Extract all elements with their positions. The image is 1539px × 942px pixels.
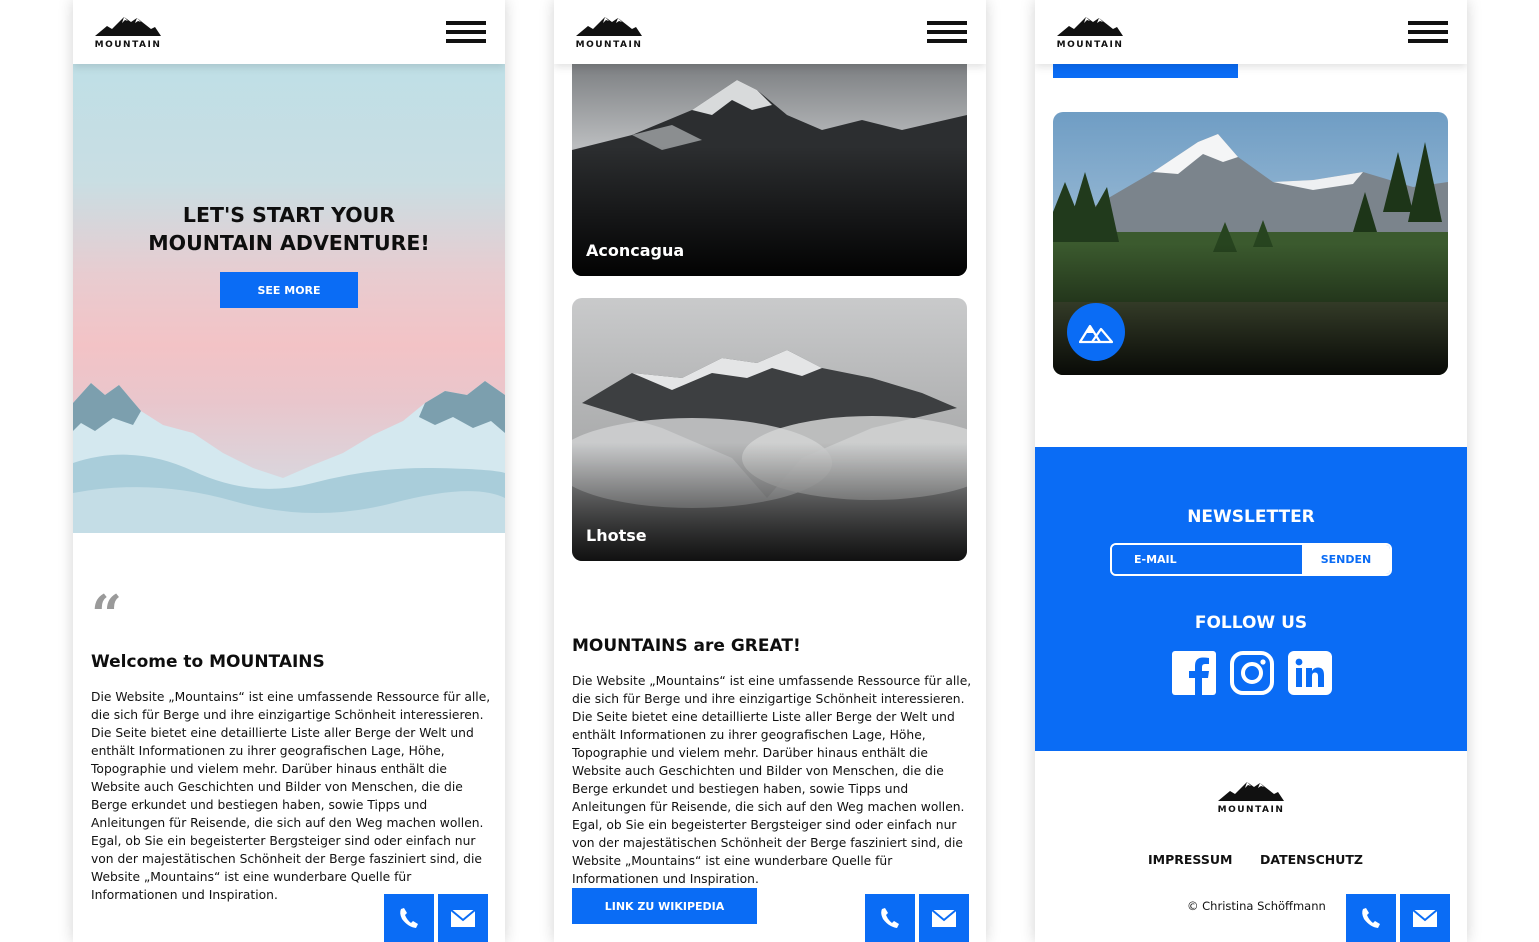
logo-text: MOUNTAIN [1217, 805, 1285, 815]
mail-button[interactable] [438, 894, 488, 942]
mail-icon [1413, 909, 1437, 927]
copyright-text: © Christina Schöffmann [1187, 899, 1326, 913]
hero-section: LET'S START YOUR MOUNTAIN ADVENTURE! SEE… [73, 64, 505, 533]
facebook-icon[interactable] [1172, 651, 1216, 695]
card-label: Lhotse [586, 526, 647, 545]
linkedin-icon[interactable] [1288, 651, 1332, 695]
mountain-logo[interactable]: MOUNTAIN [93, 14, 163, 54]
hero-title-line2: MOUNTAIN ADVENTURE! [148, 231, 430, 255]
site-header: MOUNTAIN [554, 0, 986, 64]
mobile-screen-mountains: MOUNTAIN Aconcagua Lhotse MOUNTAINS are … [554, 0, 986, 942]
section-title: MOUNTAINS are GREAT! [572, 636, 801, 656]
impressum-link[interactable]: IMPRESSUM [1148, 852, 1232, 867]
newsletter-title: NEWSLETTER [1187, 507, 1315, 527]
section-text: Die Website „Mountains“ ist eine umfasse… [91, 690, 491, 902]
instagram-icon[interactable] [1230, 651, 1274, 695]
send-button[interactable]: SENDEN [1302, 545, 1390, 574]
mountain-card-aconcagua[interactable]: Aconcagua [572, 40, 967, 276]
hamburger-menu-icon[interactable] [927, 21, 967, 44]
phone-icon [1362, 908, 1380, 928]
mobile-screen-home: MOUNTAIN LET'S START YOUR MOUNTAIN ADVEN… [73, 0, 505, 942]
mountain-logo-icon [576, 17, 642, 36]
snow-mountains-illustration [73, 381, 505, 533]
email-input[interactable] [1112, 545, 1302, 574]
mountain-badge-icon [1079, 324, 1113, 344]
social-links [1172, 651, 1332, 695]
mountain-badge[interactable] [1067, 303, 1125, 361]
site-header: MOUNTAIN [1035, 0, 1467, 64]
phone-button[interactable] [1346, 894, 1396, 942]
mountain-logo-icon [1057, 17, 1123, 36]
wikipedia-link-button[interactable]: LINK ZU WIKIPEDIA [572, 888, 757, 924]
card-label: Aconcagua [586, 241, 685, 260]
newsletter-section: NEWSLETTER SENDEN FOLLOW US [1035, 447, 1467, 751]
mail-icon [932, 909, 956, 927]
logo-text: MOUNTAIN [94, 40, 162, 50]
phone-button[interactable] [384, 894, 434, 942]
lhotse-image [572, 298, 967, 561]
mountain-logo[interactable]: MOUNTAIN [1055, 14, 1125, 54]
quote-icon: “ [91, 583, 123, 647]
phone-icon [881, 908, 899, 928]
phone-icon [400, 908, 418, 928]
section-title: Welcome to MOUNTAINS [91, 652, 325, 672]
see-more-button[interactable]: SEE MORE [220, 272, 358, 308]
follow-us-title: FOLLOW US [1194, 613, 1308, 633]
hamburger-menu-icon[interactable] [1408, 21, 1448, 44]
logo-text: MOUNTAIN [575, 40, 643, 50]
logo-text: MOUNTAIN [1056, 40, 1124, 50]
mountain-card-lhotse[interactable]: Lhotse [572, 298, 967, 561]
mail-button[interactable] [1400, 894, 1450, 942]
footer-logo[interactable]: MOUNTAIN [1216, 779, 1286, 819]
section-text: Die Website „Mountains“ ist eine umfasse… [572, 674, 972, 886]
hero-title-line1: LET'S START YOUR [182, 203, 396, 227]
mail-button[interactable] [919, 894, 969, 942]
mail-icon [451, 909, 475, 927]
mountain-logo[interactable]: MOUNTAIN [574, 14, 644, 54]
phone-button[interactable] [865, 894, 915, 942]
mountain-logo-icon [1218, 782, 1284, 801]
hamburger-menu-icon[interactable] [446, 21, 486, 44]
site-header: MOUNTAIN [73, 0, 505, 64]
mobile-screen-footer: MOUNTAIN NEWSLETTER E-MAIL SENDEN FOLLOW… [1035, 0, 1467, 942]
hero-title: LET'S START YOUR MOUNTAIN ADVENTURE! [73, 201, 505, 257]
mountain-logo-icon [95, 17, 161, 36]
mountain-card-nature[interactable] [1053, 112, 1448, 375]
datenschutz-link[interactable]: DATENSCHUTZ [1260, 852, 1363, 867]
newsletter-form: SENDEN [1110, 543, 1392, 576]
